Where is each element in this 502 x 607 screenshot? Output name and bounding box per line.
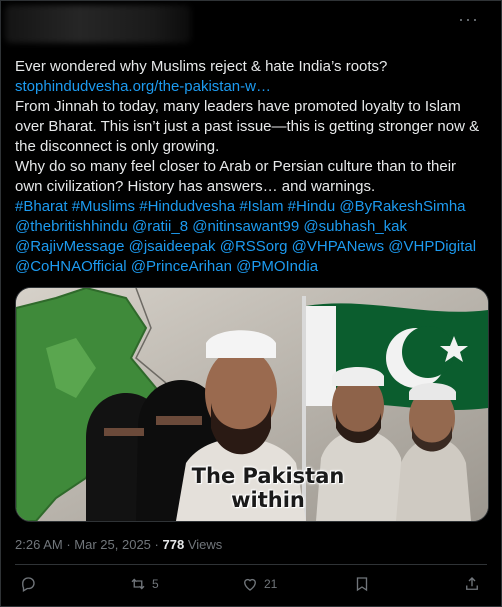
image-caption: The Pakistan within (191, 464, 345, 512)
mention-link[interactable]: @RSSorg (220, 238, 288, 255)
mention-link[interactable]: @CoHNAOfficial (15, 258, 127, 275)
tweet-date[interactable]: Mar 25, 2025 (74, 537, 151, 552)
bookmark-icon (356, 577, 368, 592)
hashtag-link[interactable]: #Muslims (72, 198, 135, 215)
blurred-author-header (5, 5, 191, 43)
hashtag-link[interactable]: #Hindu (288, 198, 336, 215)
mention-link[interactable]: @VHPDigital (388, 238, 476, 255)
divider (15, 564, 487, 565)
retweet-icon (131, 578, 145, 590)
hashtag-link[interactable]: #Islam (239, 198, 283, 215)
mention-link[interactable]: @VHPANews (292, 238, 384, 255)
mention-link[interactable]: @ratii_8 (132, 218, 188, 235)
tweet-card: ··· Ever wondered why Muslims reject & h… (0, 0, 502, 607)
heart-icon (244, 578, 256, 591)
reply-button[interactable] (19, 575, 37, 593)
hashtag-link[interactable]: #Hindudvesha (139, 198, 235, 215)
mention-link[interactable]: @PMOIndia (236, 258, 318, 275)
tweet-paragraph-1: From Jinnah to today, many leaders have … (15, 98, 480, 155)
action-bar: 5 21 (1, 567, 501, 605)
bookmark-button[interactable] (353, 575, 371, 593)
hashtag-link[interactable]: #Bharat (15, 198, 68, 215)
mention-link[interactable]: @PrinceArihan (131, 258, 232, 275)
mention-link[interactable]: @thebritishhindu (15, 218, 128, 235)
tweet-meta: 2:26 AM · Mar 25, 2025 · 778 Views (15, 537, 223, 552)
like-count: 21 (264, 577, 278, 591)
mention-link[interactable]: @jsaideepak (129, 238, 216, 255)
tweet-time[interactable]: 2:26 AM (15, 537, 63, 552)
mention-link[interactable]: @subhash_kak (303, 218, 407, 235)
tweet-text: Ever wondered why Muslims reject & hate … (15, 57, 487, 277)
mention-link[interactable]: @nitinsawant99 (192, 218, 299, 235)
tweet-paragraph-2: Why do so many feel closer to Arab or Pe… (15, 158, 457, 195)
more-options-icon[interactable]: ··· (458, 9, 479, 30)
retweet-button[interactable]: 5 (129, 575, 159, 593)
tweet-line-1: Ever wondered why Muslims reject & hate … (15, 58, 388, 75)
views-count: 778 (162, 537, 185, 552)
like-button[interactable]: 21 (241, 575, 277, 593)
share-icon (466, 577, 478, 590)
share-button[interactable] (463, 575, 481, 593)
tweet-image[interactable]: The Pakistan within (15, 287, 489, 522)
hashtags-mentions: #Bharat #Muslims #Hindudvesha #Islam #Hi… (15, 197, 487, 277)
reply-icon (22, 577, 35, 592)
mention-link[interactable]: @RajivMessage (15, 238, 124, 255)
retweet-count: 5 (152, 577, 159, 591)
mention-link[interactable]: @ByRakeshSimha (339, 198, 465, 215)
views-label: Views (187, 537, 223, 552)
article-link[interactable]: stophindudvesha.org/the-pakistan-w… (15, 78, 271, 95)
